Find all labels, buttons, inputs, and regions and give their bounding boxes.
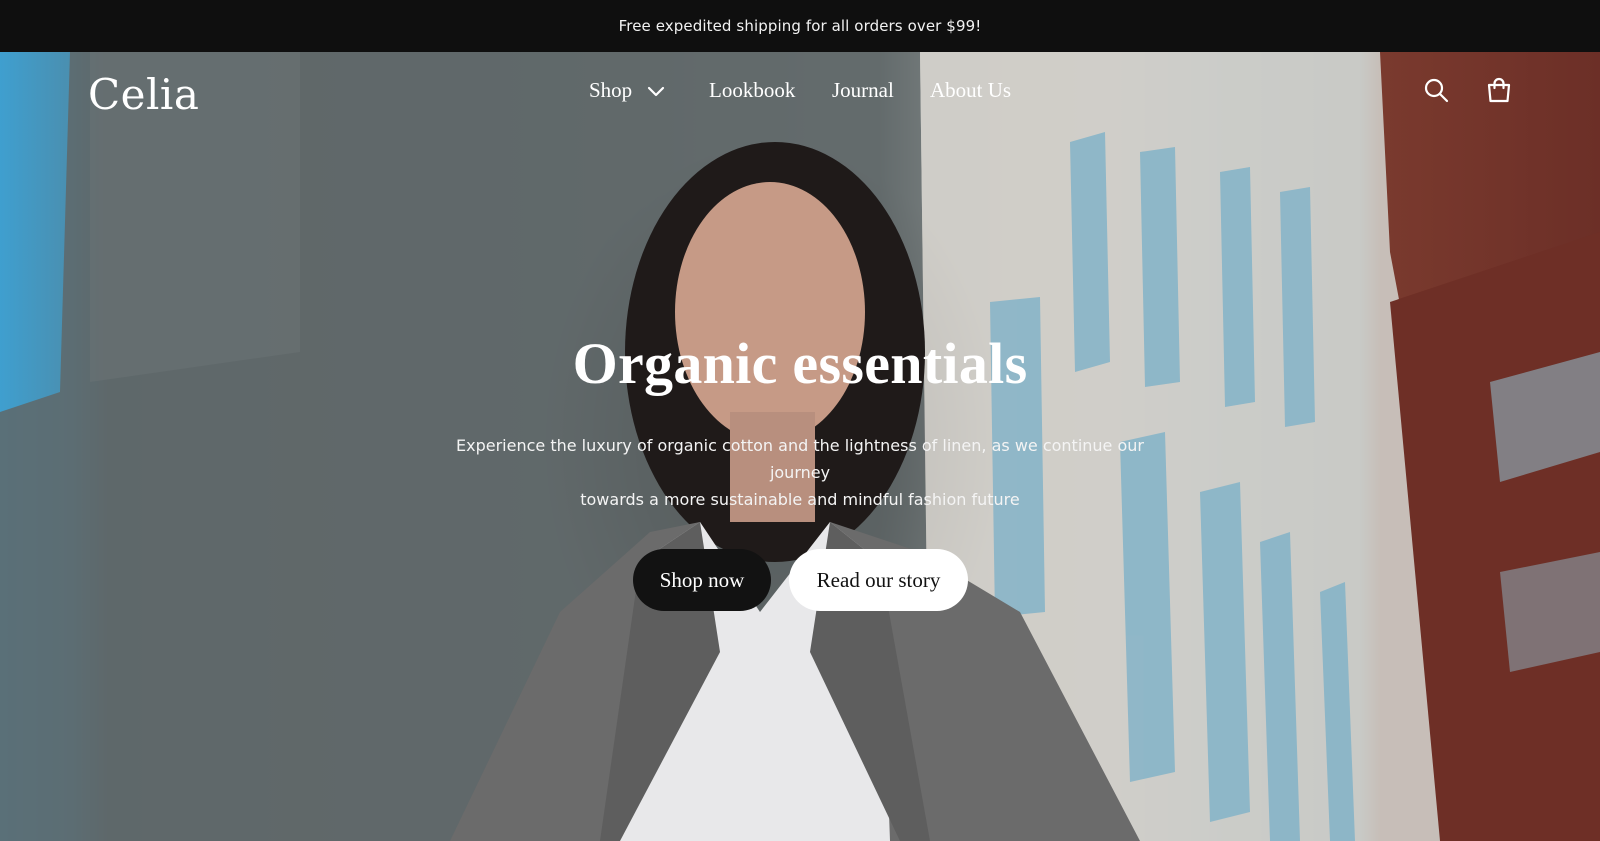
main-nav: Shop Lookbook Journal About Us: [0, 78, 1600, 112]
shopping-bag-icon: [1487, 77, 1511, 103]
announcement-bar: Free expedited shipping for all orders o…: [0, 0, 1600, 52]
nav-item-shop-label: Shop: [589, 78, 633, 102]
search-icon: [1424, 78, 1449, 103]
nav-item-lookbook[interactable]: Lookbook: [709, 78, 795, 103]
nav-item-about-us-label: About Us: [930, 78, 1012, 102]
nav-item-about-us[interactable]: About Us: [930, 78, 1011, 103]
search-button[interactable]: [1422, 76, 1450, 104]
hero-title: Organic essentials: [572, 331, 1028, 396]
hero-section: Celia Shop Lookbook Journal About Us Org…: [0, 52, 1600, 841]
nav-item-journal-label: Journal: [832, 78, 894, 102]
cart-button[interactable]: [1485, 76, 1513, 104]
hero-description-line-2: towards a more sustainable and mindful f…: [580, 490, 1020, 509]
shop-now-button[interactable]: Shop now: [633, 549, 771, 611]
chevron-down-icon: [648, 86, 665, 96]
nav-item-shop[interactable]: Shop: [589, 78, 666, 103]
hero-description: Experience the luxury of organic cotton …: [440, 432, 1160, 513]
nav-item-lookbook-label: Lookbook: [709, 78, 796, 102]
nav-item-journal[interactable]: Journal: [832, 78, 894, 103]
announcement-text: Free expedited shipping for all orders o…: [618, 17, 982, 35]
read-our-story-button[interactable]: Read our story: [789, 549, 968, 611]
hero-description-line-1: Experience the luxury of organic cotton …: [456, 436, 1144, 482]
